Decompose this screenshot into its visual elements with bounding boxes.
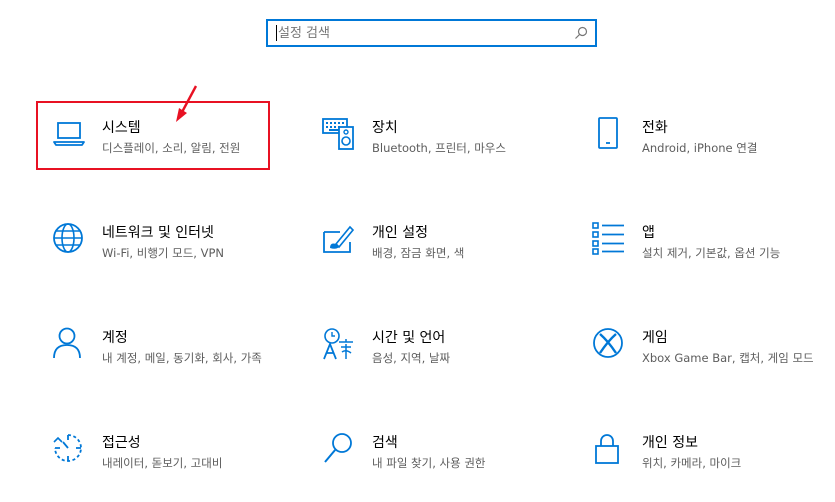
time-language-icon: [322, 327, 356, 361]
tile-title: 게임: [642, 330, 668, 346]
tile-description: 위치, 카메라, 마이크: [642, 456, 742, 470]
tile-description: 배경, 잠금 화면, 색: [372, 246, 465, 260]
tile-title: 네트워크 및 인터넷: [102, 225, 214, 241]
tile-title: 접근성: [102, 435, 141, 451]
phone-icon: [592, 117, 626, 151]
globe-icon: [52, 222, 86, 256]
apps-list-icon: [592, 222, 626, 256]
tile-title: 장치: [372, 120, 398, 136]
person-icon: [52, 327, 86, 361]
ease-of-access-icon: [52, 432, 86, 466]
tile-description: Wi-Fi, 비행기 모드, VPN: [102, 246, 225, 260]
tile-title: 개인 정보: [642, 435, 698, 451]
text-caret: [276, 25, 277, 41]
red-arrow-icon: [176, 85, 198, 122]
search-input[interactable]: [278, 21, 568, 45]
tile-network[interactable]: 네트워크 및 인터넷 Wi-Fi, 비행기 모드, VPN: [52, 222, 302, 292]
tile-devices[interactable]: 장치 Bluetooth, 프린터, 마우스: [322, 117, 572, 187]
tile-title: 개인 설정: [372, 225, 428, 241]
tile-description: 내 파일 찾기, 사용 권한: [372, 456, 486, 470]
tile-title: 검색: [372, 435, 398, 451]
tile-time-language[interactable]: 시간 및 언어 음성, 지역, 날짜: [322, 327, 572, 397]
tile-title: 시간 및 언어: [372, 330, 446, 346]
tile-ease-of-access[interactable]: 접근성 내레이터, 돋보기, 고대비: [52, 432, 302, 502]
tile-phone[interactable]: 전화 Android, iPhone 연결: [592, 117, 835, 187]
xbox-icon: [592, 327, 626, 361]
tile-gaming[interactable]: 게임 Xbox Game Bar, 캡처, 게임 모드: [592, 327, 835, 397]
highlight-box: [36, 101, 270, 170]
tile-title: 전화: [642, 120, 668, 136]
tile-title: 앱: [642, 225, 655, 241]
tile-apps[interactable]: 앱 설치 제거, 기본값, 옵션 기능: [592, 222, 835, 292]
tile-search[interactable]: 검색 내 파일 찾기, 사용 권한: [322, 432, 572, 502]
paint-brush-icon: [322, 222, 356, 256]
search-box[interactable]: [266, 19, 597, 47]
tile-title: 계정: [102, 330, 128, 346]
tile-personalization[interactable]: 개인 설정 배경, 잠금 화면, 색: [322, 222, 572, 292]
tile-description: Bluetooth, 프린터, 마우스: [372, 141, 506, 155]
lock-icon: [592, 432, 626, 466]
tile-description: 내 계정, 메일, 동기화, 회사, 가족: [102, 351, 262, 365]
tile-description: 설치 제거, 기본값, 옵션 기능: [642, 246, 781, 260]
tile-privacy[interactable]: 개인 정보 위치, 카메라, 마이크: [592, 432, 835, 502]
search-icon[interactable]: [573, 25, 589, 41]
tile-description: 내레이터, 돋보기, 고대비: [102, 456, 223, 470]
tile-description: 음성, 지역, 날짜: [372, 351, 451, 365]
tile-accounts[interactable]: 계정 내 계정, 메일, 동기화, 회사, 가족: [52, 327, 302, 397]
tile-description: Xbox Game Bar, 캡처, 게임 모드: [642, 351, 814, 365]
search-magnifier-icon: [322, 432, 356, 466]
tile-description: Android, iPhone 연결: [642, 141, 758, 155]
keyboard-speaker-icon: [322, 117, 356, 151]
